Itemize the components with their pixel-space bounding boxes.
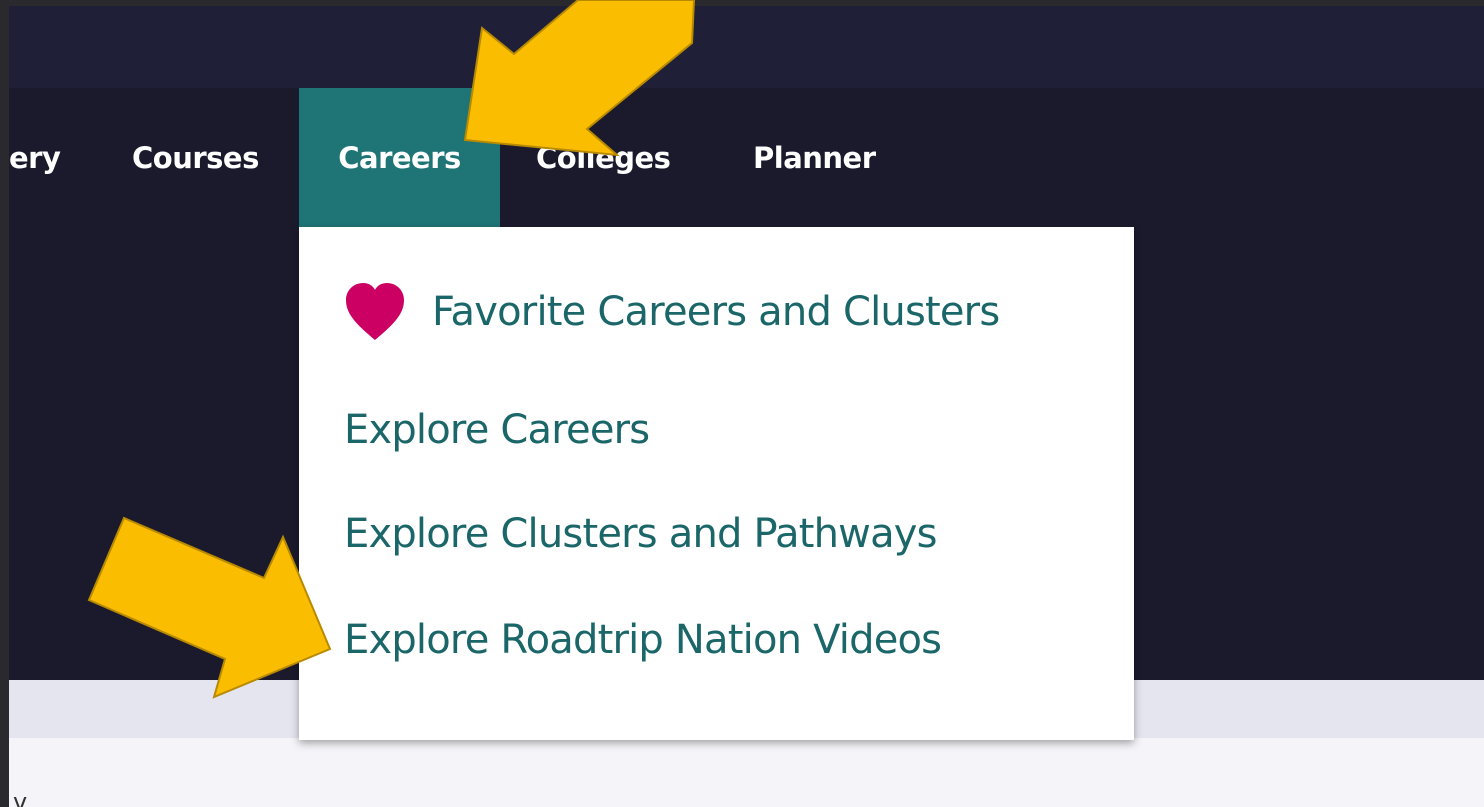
arrow-icon-top	[463, 0, 696, 157]
arrow-icon-bottom	[87, 516, 332, 699]
annotation-arrows	[87, 0, 696, 699]
